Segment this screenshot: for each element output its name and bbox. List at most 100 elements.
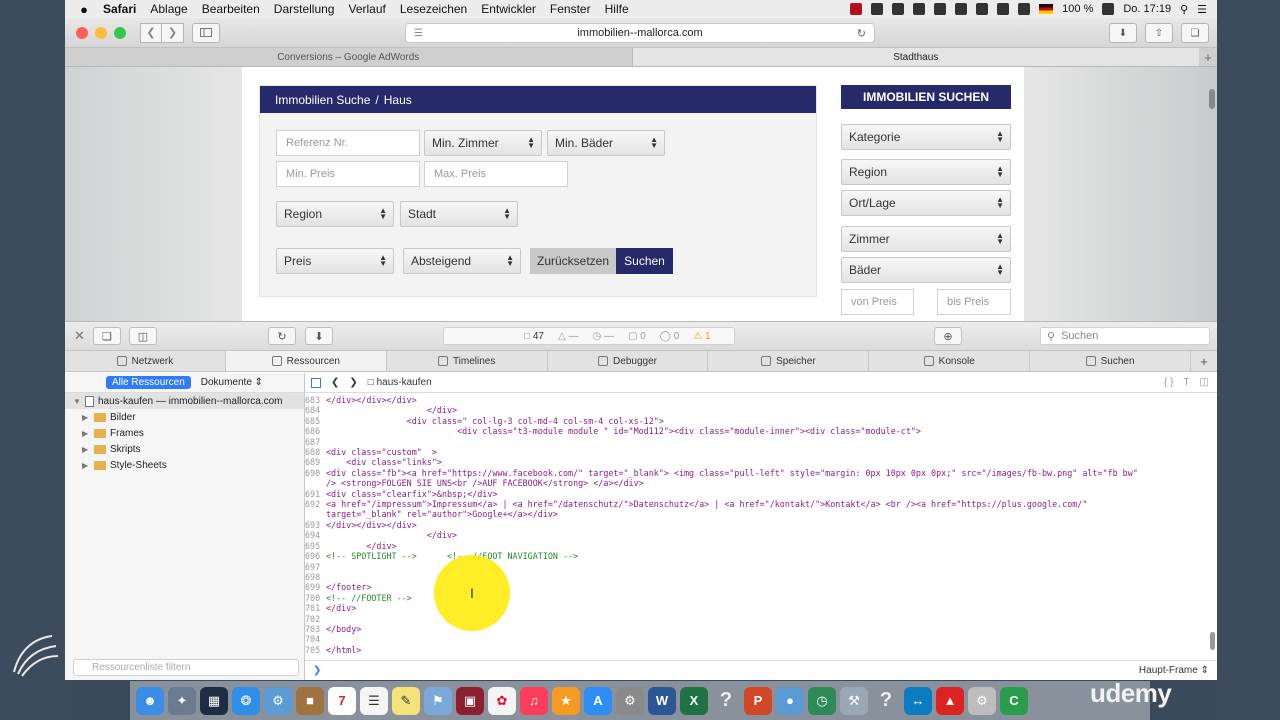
line-number[interactable]: 686 xyxy=(305,426,326,436)
code-line[interactable]: 696 <!-- SPOTLIGHT --> <!-- //FOOT NAVIGA… xyxy=(305,551,1207,561)
excel-icon[interactable]: X xyxy=(680,686,708,715)
globe-app-icon[interactable]: ◷ xyxy=(808,686,836,715)
contacts-icon[interactable]: ■ xyxy=(296,686,324,715)
menu-lesezeichen[interactable]: Lesezeichen xyxy=(400,2,467,16)
disclosure-closed-icon[interactable]: ▶ xyxy=(82,445,90,454)
camtasia-icon[interactable]: C xyxy=(1000,686,1028,715)
reader-icon[interactable]: ☰ xyxy=(414,28,423,39)
close-inspector-icon[interactable]: ✕ xyxy=(74,328,85,344)
tools-app-icon[interactable]: ⚒ xyxy=(840,686,868,715)
reload-icon[interactable]: ↻ xyxy=(857,27,866,40)
record-icon[interactable] xyxy=(850,3,863,15)
line-number[interactable]: 684 xyxy=(305,405,326,415)
element-picker-button[interactable]: ⊕ xyxy=(934,327,962,345)
battery-status[interactable]: 100 % xyxy=(1062,3,1093,15)
tab-overview-button[interactable]: ❏ xyxy=(1181,23,1209,43)
code-line[interactable]: 690 <div class="fb"><a href="https://www.… xyxy=(305,468,1207,478)
bluetooth-icon[interactable] xyxy=(976,3,989,15)
code-line[interactable]: 705 </html> xyxy=(305,645,1207,654)
photo-booth-icon[interactable]: ▣ xyxy=(456,686,484,715)
line-number[interactable]: 700 xyxy=(305,593,326,603)
search-button[interactable]: Suchen xyxy=(616,248,673,274)
code-line[interactable]: /> <strong>FOLGEN SIE UNS<br />AUF FACEB… xyxy=(305,478,1207,488)
time-machine-icon[interactable] xyxy=(955,3,968,15)
line-number[interactable]: 699 xyxy=(305,582,326,592)
line-number[interactable]: 704 xyxy=(305,634,326,644)
app-store-icon[interactable]: A xyxy=(584,686,612,715)
code-line[interactable]: 684 </div> xyxy=(305,405,1207,415)
preview-icon[interactable]: ⚙ xyxy=(264,686,292,715)
unknown-app-icon[interactable]: ? xyxy=(872,687,900,715)
nav-forward-icon[interactable]: ❯ xyxy=(349,377,357,388)
code-line[interactable]: 688 <div class="custom" > xyxy=(305,447,1207,457)
sidebar-toggle-button[interactable] xyxy=(192,22,220,43)
photos-icon[interactable]: ✿ xyxy=(488,686,516,715)
teamviewer-icon[interactable]: ↔ xyxy=(904,686,932,715)
add-tab-button[interactable]: + xyxy=(1191,351,1217,371)
line-number[interactable]: 703 xyxy=(305,624,326,634)
tree-item-bilder[interactable]: ▶ Bilder xyxy=(65,409,304,425)
back-button[interactable]: ❮ xyxy=(140,22,162,43)
kategorie-select[interactable]: Kategorie ▲ ▼ xyxy=(841,124,1011,150)
line-number[interactable]: 698 xyxy=(305,572,326,582)
code-line[interactable]: 687 xyxy=(305,437,1207,447)
zoom-window-button[interactable] xyxy=(114,26,126,39)
text-format-icon[interactable]: T xyxy=(1183,377,1189,388)
all-resources-button[interactable]: Alle Ressourcen xyxy=(105,376,191,389)
line-number[interactable]: 697 xyxy=(305,562,326,572)
code-line[interactable]: 703 </body> xyxy=(305,624,1207,634)
frame-select[interactable]: Haupt-Frame ⇕ xyxy=(1139,665,1209,676)
min-baeder-select[interactable]: Min. Bäder ▲ ▼ xyxy=(547,130,665,156)
tree-item-style-sheets[interactable]: ▶ Style-Sheets xyxy=(65,457,304,473)
automator-icon[interactable]: ⚙ xyxy=(968,686,996,715)
tree-item-skripts[interactable]: ▶ Skripts xyxy=(65,441,304,457)
share-button[interactable]: ⇧ xyxy=(1145,23,1173,43)
system-preferences-icon[interactable]: ⚙ xyxy=(616,686,644,715)
details-sidebar-icon[interactable]: ◫ xyxy=(1200,377,1209,388)
tab-konsole[interactable]: Konsole xyxy=(869,351,1031,371)
code-line[interactable]: 695 </div> xyxy=(305,541,1207,551)
inspector-search-input[interactable]: ⚲ Suchen xyxy=(1040,327,1210,345)
disclosure-closed-icon[interactable]: ▶ xyxy=(82,413,90,422)
powerpoint-icon[interactable]: P xyxy=(744,686,772,715)
tab-speicher[interactable]: Speicher xyxy=(708,351,870,371)
stadt-select[interactable]: Stadt ▲ ▼ xyxy=(400,201,518,227)
detach-inspector-button[interactable]: ❏ xyxy=(93,327,121,345)
tab-suchen[interactable]: Suchen xyxy=(1030,351,1192,371)
tree-item-frames[interactable]: ▶ Frames xyxy=(65,425,304,441)
region-select[interactable]: Region ▲ ▼ xyxy=(276,201,394,227)
zimmer-select[interactable]: Zimmer ▲ ▼ xyxy=(841,226,1011,252)
music-icon[interactable]: ♫ xyxy=(520,686,548,715)
apple-icon[interactable]: ● xyxy=(77,2,91,17)
pretty-print-icon[interactable]: { } xyxy=(1164,377,1173,388)
download-archive-button[interactable]: ⬇ xyxy=(305,327,333,345)
forward-button[interactable]: ❯ xyxy=(162,22,184,43)
reminders-icon[interactable]: ☰ xyxy=(360,686,388,715)
max-preis-input[interactable]: Max. Preis xyxy=(424,161,568,187)
wifi-icon[interactable] xyxy=(997,3,1010,15)
breadcrumb-root[interactable]: Immobilien Suche xyxy=(275,93,370,107)
menu-app-safari[interactable]: Safari xyxy=(103,2,136,16)
menu-ablage[interactable]: Ablage xyxy=(150,2,187,16)
min-preis-input[interactable]: Min. Preis xyxy=(276,161,420,187)
sidebar-toggle-icon[interactable] xyxy=(311,377,321,388)
minimize-window-button[interactable] xyxy=(95,26,107,39)
close-window-button[interactable] xyxy=(76,26,88,39)
file-breadcrumb[interactable]: □ haus-kaufen xyxy=(368,377,432,388)
line-number[interactable]: 693 xyxy=(305,520,326,530)
menu-fenster[interactable]: Fenster xyxy=(550,2,591,16)
app-status-icon[interactable] xyxy=(871,3,884,15)
ort-lage-select[interactable]: Ort/Lage ▲ ▼ xyxy=(841,190,1011,216)
page-scrollbar[interactable] xyxy=(1209,89,1215,109)
line-number[interactable]: 695 xyxy=(305,541,326,551)
tab-debugger[interactable]: Debugger xyxy=(548,351,709,371)
line-number[interactable]: 688 xyxy=(305,447,326,457)
line-number[interactable] xyxy=(305,478,326,488)
menu-hilfe[interactable]: Hilfe xyxy=(605,2,629,16)
documents-scope-select[interactable]: Dokumente ⇕ xyxy=(201,377,263,388)
source-scrollbar[interactable] xyxy=(1210,632,1215,650)
launchpad-icon[interactable]: ✦ xyxy=(168,686,196,715)
menu-verlauf[interactable]: Verlauf xyxy=(348,2,385,16)
line-number[interactable]: 694 xyxy=(305,530,326,540)
von-preis-input[interactable]: von Preis xyxy=(841,289,914,315)
